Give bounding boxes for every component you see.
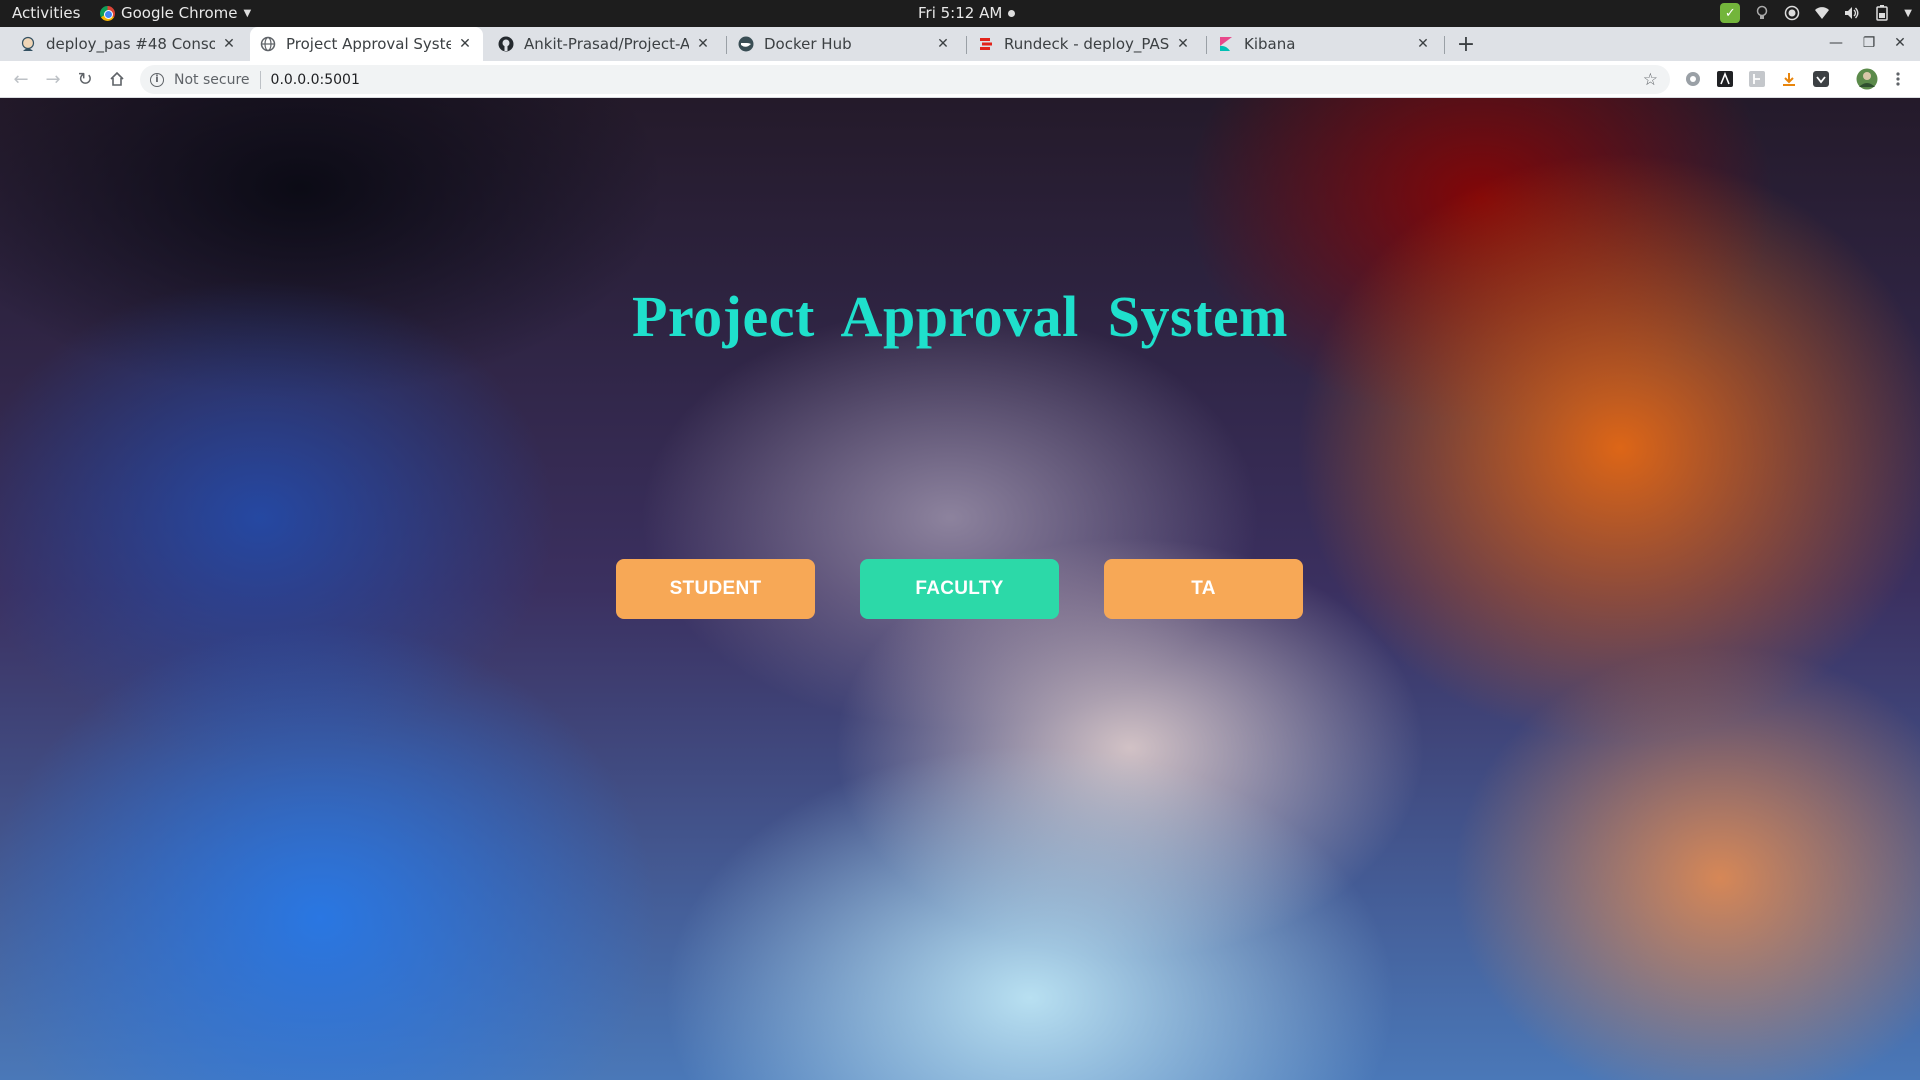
tab-title: Docker Hub — [764, 35, 852, 53]
tab-title: Ankit-Prasad/Project-App — [524, 35, 689, 53]
restore-window-button[interactable]: ❐ — [1857, 31, 1881, 55]
close-tab-icon[interactable]: ✕ — [1175, 36, 1191, 52]
security-label: Not secure — [174, 71, 250, 88]
notification-dot-icon — [1008, 9, 1016, 17]
avatar[interactable] — [1855, 67, 1879, 91]
jenkins-icon — [20, 36, 36, 52]
tab-separator — [1444, 36, 1445, 54]
security-check-icon[interactable]: ✓ — [1720, 3, 1741, 23]
close-tab-icon[interactable]: ✕ — [221, 36, 237, 52]
app-menu[interactable]: Google Chrome ▼ — [100, 4, 251, 22]
close-tab-icon[interactable]: ✕ — [935, 36, 951, 52]
wifi-icon[interactable] — [1814, 5, 1830, 21]
page-title: Project Approval System — [632, 284, 1288, 349]
home-icon[interactable] — [105, 67, 129, 91]
extension-dark-icon[interactable] — [1811, 69, 1831, 89]
system-menu-caret-icon[interactable]: ▼ — [1904, 8, 1912, 19]
tab-strip: deploy_pas #48 Console [ ✕ Project Appro… — [0, 27, 1920, 61]
system-tray: ✓ ▼ — [1720, 3, 1912, 23]
student-button[interactable]: STUDENT — [616, 559, 815, 619]
close-tab-icon[interactable]: ✕ — [457, 36, 473, 52]
close-tab-icon[interactable]: ✕ — [695, 36, 711, 52]
clock-label: Fri 5:12 AM — [918, 4, 1003, 22]
caret-down-icon: ▼ — [243, 7, 252, 19]
info-icon[interactable]: i — [150, 72, 164, 87]
record-icon[interactable] — [1784, 5, 1800, 21]
system-top-bar: Activities Google Chrome ▼ Fri 5:12 AM ✓… — [0, 0, 1920, 27]
extension-gray-icon[interactable] — [1747, 69, 1767, 89]
battery-icon[interactable] — [1874, 5, 1890, 21]
url-text[interactable]: 0.0.0.0:5001 — [271, 72, 360, 88]
faculty-button[interactable]: FACULTY — [860, 559, 1059, 619]
clock[interactable]: Fri 5:12 AM — [918, 4, 1016, 22]
docker-icon — [738, 36, 754, 52]
tab-title: Kibana — [1244, 35, 1296, 53]
tab-docker-hub[interactable]: Docker Hub ✕ — [728, 27, 961, 61]
minimize-window-button[interactable]: — — [1824, 31, 1848, 55]
omnibox-divider — [259, 70, 261, 89]
forward-icon[interactable]: → — [41, 67, 65, 91]
extension-a-icon[interactable] — [1715, 69, 1735, 89]
bulb-icon[interactable] — [1754, 5, 1770, 21]
tab-rundeck[interactable]: Rundeck - deploy_PAS ✕ — [968, 27, 1201, 61]
tab-title: Rundeck - deploy_PAS — [1004, 35, 1169, 53]
tab-separator — [726, 36, 727, 54]
tab-separator — [966, 36, 967, 54]
address-bar[interactable]: i Not secure 0.0.0.0:5001 ☆ — [140, 65, 1670, 94]
tab-github[interactable]: Ankit-Prasad/Project-App ✕ — [488, 27, 721, 61]
reload-icon[interactable]: ↻ — [73, 67, 97, 91]
volume-icon[interactable] — [1844, 5, 1860, 21]
page-content: Project Approval System STUDENT FACULTY … — [0, 98, 1920, 1080]
download-icon[interactable] — [1779, 69, 1799, 89]
close-window-button[interactable]: ✕ — [1888, 31, 1912, 55]
chrome-icon — [100, 5, 115, 21]
kibana-icon — [1218, 36, 1234, 52]
new-tab-button[interactable]: + — [1452, 30, 1480, 58]
tab-kibana[interactable]: Kibana ✕ — [1208, 27, 1441, 61]
tab-jenkins[interactable]: deploy_pas #48 Console [ ✕ — [10, 27, 247, 61]
tab-title: Project Approval System — [286, 35, 451, 53]
app-menu-label: Google Chrome — [121, 4, 238, 22]
globe-icon — [260, 36, 276, 52]
bookmark-star-icon[interactable]: ☆ — [1643, 70, 1658, 90]
tab-separator — [1206, 36, 1207, 54]
tab-title: deploy_pas #48 Console [ — [46, 35, 215, 53]
ta-button[interactable]: TA — [1104, 559, 1303, 619]
extension-sync-icon[interactable] — [1683, 69, 1703, 89]
back-icon[interactable]: ← — [9, 67, 33, 91]
tab-project-approval-system[interactable]: Project Approval System ✕ — [250, 27, 483, 61]
activities-button[interactable]: Activities — [12, 4, 80, 22]
browser-toolbar: ← → ↻ i Not secure 0.0.0.0:5001 ☆ — [0, 61, 1920, 98]
rundeck-icon — [978, 36, 994, 52]
github-icon — [498, 36, 514, 52]
chrome-menu-icon[interactable] — [1888, 69, 1908, 89]
close-tab-icon[interactable]: ✕ — [1415, 36, 1431, 52]
